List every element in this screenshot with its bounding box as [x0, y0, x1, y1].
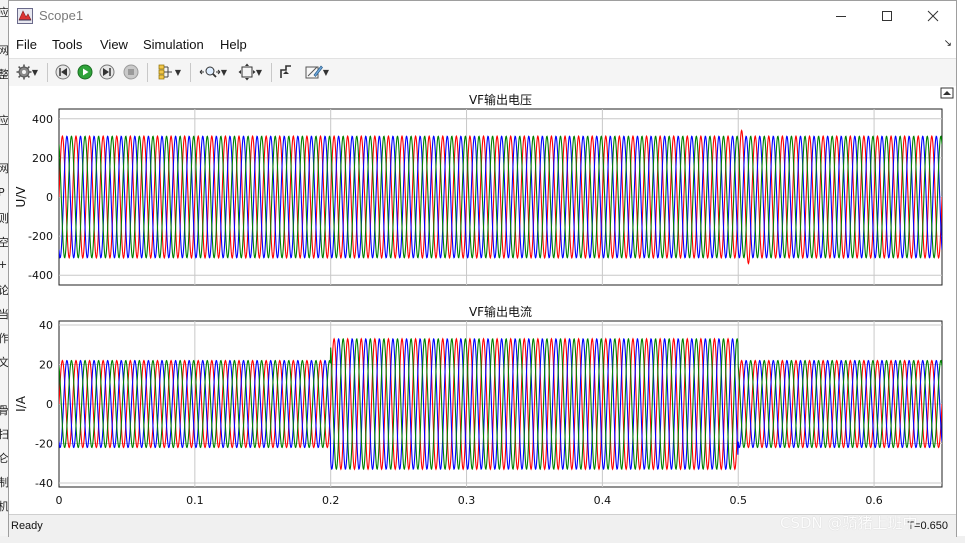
menu-view[interactable]: View [100, 37, 128, 52]
menu-bar: File Tools View Simulation Help ↘ [9, 34, 956, 56]
background-text: 网 [0, 162, 8, 175]
toolbar: ▼ ▼ ▼ ▼ ▼ [9, 58, 956, 88]
background-window-strip: 应网整应网 P 则空 + 论当作文骨扫仑制机 [0, 0, 8, 543]
background-text: P [0, 186, 5, 199]
y-tick-label: 40 [39, 319, 53, 332]
undock-button[interactable] [940, 87, 954, 99]
x-tick-label: 0.1 [186, 494, 204, 507]
background-text: 应 [0, 114, 8, 127]
y-axis-label: I/A [14, 395, 28, 412]
background-text: 制 [0, 476, 8, 489]
scope-window: Scope1 File Tools View Simulation Help ↘… [8, 0, 957, 537]
y-tick-label: -40 [35, 477, 53, 490]
scope-plots: VF输出电压U/V-400-2000200400VF输出电流I/A-40-200… [14, 87, 954, 507]
toolbar-separator [47, 63, 48, 82]
background-text: 扫 [0, 428, 8, 441]
step-back-button[interactable] [53, 62, 73, 82]
background-text: 当 [0, 308, 8, 321]
x-tick-label: 0.3 [458, 494, 476, 507]
background-text: + [0, 258, 8, 271]
y-tick-label: 0 [46, 398, 53, 411]
style-icon [280, 65, 291, 78]
background-text: 文 [0, 356, 8, 369]
background-text: 应 [0, 6, 8, 19]
minimize-icon [836, 16, 846, 17]
y-tick-label: 200 [32, 152, 53, 165]
run-icon [77, 64, 93, 80]
plot-1: VF输出电压 U/V -400 -200 0 200 400 [14, 92, 943, 286]
signal-select-icon [158, 64, 172, 80]
zoom-icon [199, 66, 221, 78]
background-text: 整 [0, 68, 8, 81]
menu-tools[interactable]: Tools [52, 37, 82, 52]
y-tick-label: -20 [35, 438, 53, 451]
stop-icon [123, 64, 139, 80]
signal-selection-button[interactable]: ▼ [153, 62, 185, 82]
background-text: 骨 [0, 404, 8, 417]
background-text: 论 [0, 284, 8, 297]
y-tick-label: 20 [39, 358, 53, 371]
menu-help[interactable]: Help [220, 37, 247, 52]
y-axis-label: U/V [14, 186, 28, 208]
chevron-down-icon: ▼ [31, 67, 39, 77]
close-icon [927, 10, 939, 22]
y-tick-label: -200 [28, 230, 53, 243]
autoscale-icon [238, 63, 256, 81]
x-tick-label: 0.5 [729, 494, 747, 507]
background-text: 机 [0, 500, 8, 513]
window-title: Scope1 [39, 8, 84, 23]
stop-button[interactable] [121, 62, 141, 82]
y-tick-label: 400 [32, 113, 53, 126]
style-button[interactable] [275, 62, 297, 82]
y-tick-label: 0 [46, 191, 53, 204]
chevron-down-icon: ▼ [174, 67, 182, 77]
autoscale-button[interactable]: ▼ [233, 62, 267, 82]
background-text: 仑 [0, 452, 8, 465]
plot-2: VF输出电流 I/A -40 -20 0 20 40 0 0.1 0.2 0.3 0.4 0.5 0.6 [14, 304, 943, 507]
background-text: 网 [0, 44, 8, 57]
background-window-bottom [0, 536, 965, 543]
scope-app-icon [17, 8, 33, 24]
maximize-button[interactable] [864, 1, 910, 31]
plot-area[interactable]: VF输出电压 U/V -400 -200 0 200 400 VF输出电流 I/A -40 -20 0… [9, 86, 956, 512]
x-tick-label: 0.6 [865, 494, 883, 507]
title-bar[interactable]: Scope1 [9, 1, 956, 31]
menu-simulation[interactable]: Simulation [143, 37, 204, 52]
x-tick-label: 0.2 [322, 494, 340, 507]
step-forward-icon [99, 64, 115, 80]
measurement-icon [305, 65, 323, 79]
run-button[interactable] [75, 62, 95, 82]
chevron-down-icon: ▼ [220, 67, 228, 77]
toolbar-separator [190, 63, 191, 82]
configuration-button[interactable]: ▼ [12, 62, 42, 82]
x-tick-label: 0 [56, 494, 63, 507]
step-forward-button[interactable] [97, 62, 117, 82]
watermark: CSDN @骑猪上班中 [780, 514, 918, 532]
maximize-icon [882, 11, 892, 21]
background-text: 则 [0, 212, 8, 225]
y-tick-label: -400 [28, 269, 53, 282]
gear-icon [16, 64, 32, 80]
zoom-button[interactable]: ▼ [195, 62, 231, 82]
chevron-down-icon: ▼ [322, 67, 330, 77]
measurements-button[interactable]: ▼ [299, 62, 335, 82]
plot-title: VF输出电压 [469, 92, 532, 107]
toolbar-separator [147, 63, 148, 82]
toolbar-separator [271, 63, 272, 82]
step-back-icon [55, 64, 71, 80]
plot-title: VF输出电流 [469, 304, 532, 319]
close-button[interactable] [910, 1, 956, 31]
background-text: 作 [0, 332, 8, 345]
status-text: Ready [11, 520, 43, 532]
background-text: 空 [0, 236, 8, 249]
menu-collapse-icon[interactable]: ↘ [944, 38, 952, 49]
menu-file[interactable]: File [16, 37, 37, 52]
chevron-down-icon: ▼ [255, 67, 263, 77]
x-tick-label: 0.4 [594, 494, 612, 507]
minimize-button[interactable] [818, 1, 864, 31]
